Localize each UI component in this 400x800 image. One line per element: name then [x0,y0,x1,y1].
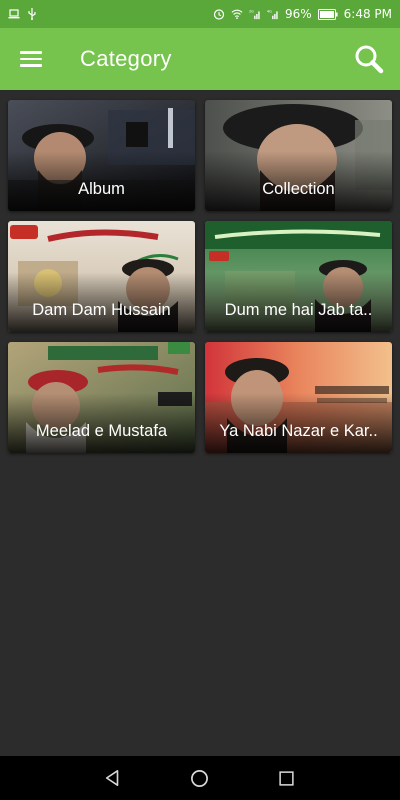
usb-icon [28,8,36,20]
category-label: Dam Dam Hussain [32,301,171,319]
hamburger-menu-icon [20,51,42,67]
signal-icon-2: 4G [267,9,278,20]
svg-text:2G: 2G [249,9,254,13]
category-card[interactable]: Album [8,100,195,211]
category-card[interactable]: Collection [205,100,392,211]
signal-icon: 2G [249,9,260,20]
category-card[interactable]: Dam Dam Hussain [8,221,195,332]
status-right: 2G 4G 96% 6:48 PM [213,7,392,21]
wifi-icon [231,9,243,19]
navigation-bar [0,756,400,800]
recents-button[interactable] [265,756,309,800]
category-label: Album [78,180,125,198]
back-button[interactable] [91,756,135,800]
laptop-icon [8,9,20,19]
back-triangle-icon [106,769,119,787]
category-label: Ya Nabi Nazar e Kar.. [219,422,378,440]
category-label: Meelad e Mustafa [35,422,168,440]
status-bar: 2G 4G 96% 6:48 PM [0,0,400,28]
recents-square-icon [279,770,294,786]
category-card[interactable]: Ya Nabi Nazar e Kar.. [205,342,392,453]
status-left [8,8,38,20]
status-time: 6:48 PM [343,7,392,21]
battery-percent: 96% [284,7,312,21]
app-bar: Category [0,28,400,90]
category-card[interactable]: Meelad e Mustafa [8,342,195,453]
home-button[interactable] [178,756,222,800]
search-button[interactable] [338,28,400,90]
page-title: Category [80,46,172,71]
menu-button[interactable] [0,28,62,90]
battery-icon [317,8,338,20]
category-grid: Album Collection Dam Dam Hussain Dum me … [8,100,392,453]
home-circle-icon [191,769,209,787]
alarm-icon [213,9,225,20]
category-label: Collection [262,180,335,198]
svg-text:4G: 4G [267,9,272,13]
category-card[interactable]: Dum me hai Jab ta.. [205,221,392,332]
category-label: Dum me hai Jab ta.. [224,301,373,319]
search-icon [355,45,384,74]
